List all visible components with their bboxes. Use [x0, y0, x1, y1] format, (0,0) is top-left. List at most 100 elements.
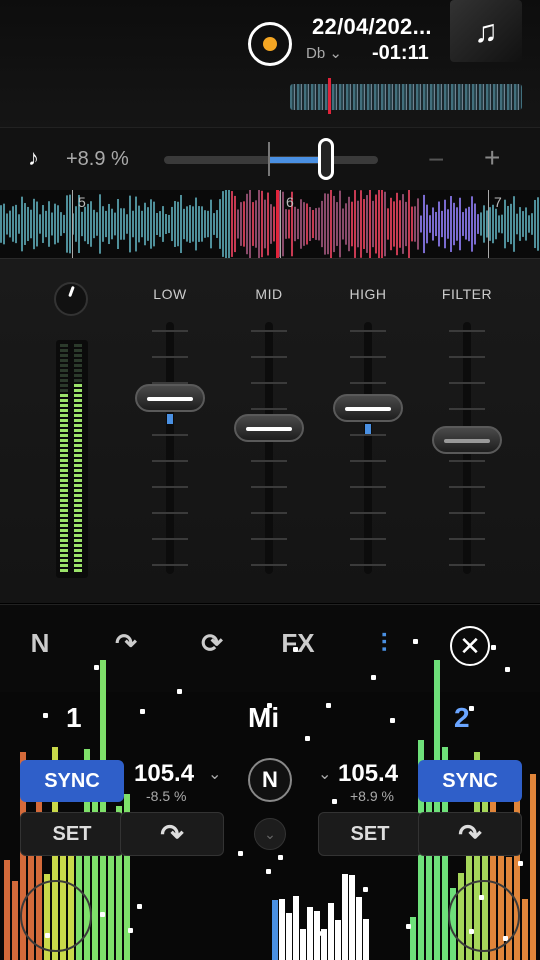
close-button[interactable]: ✕: [450, 626, 490, 666]
waveform-bar: [138, 205, 140, 243]
deck-2-play-button[interactable]: [448, 880, 520, 952]
eq-tick: [350, 538, 386, 540]
waveform-bar: [414, 206, 416, 242]
waveform-bar: [327, 193, 329, 255]
waveform-bar: [420, 215, 422, 233]
waveform-bar: [213, 213, 215, 235]
eq-tick: [449, 382, 485, 384]
visualizer-particle: [412, 638, 418, 644]
overview-waveform[interactable]: [290, 84, 522, 110]
waveform-bar: [435, 211, 437, 237]
waveform-bar: [240, 202, 242, 246]
waveform-bar: [369, 190, 371, 258]
waveform-bar: [456, 207, 458, 241]
eq-fader-low[interactable]: [166, 322, 174, 574]
waveform-bar: [417, 198, 419, 250]
waveform-bar: [108, 203, 110, 245]
waveform-bar: [498, 215, 500, 233]
deck-1-sync-button[interactable]: SYNC: [20, 760, 124, 802]
deck-2-set-button[interactable]: SET: [318, 812, 422, 856]
eq-fader-thumb-mid[interactable]: [234, 413, 304, 442]
waveform-bar: [15, 204, 17, 244]
visualizer-particle: [389, 717, 395, 723]
loop-icon[interactable]: ⟳: [192, 628, 232, 668]
eq-fader-thumb-low[interactable]: [135, 383, 205, 412]
record-button[interactable]: [248, 22, 292, 66]
waveform-bar: [252, 202, 254, 246]
eq-fader-thumb-filter[interactable]: [432, 426, 502, 455]
waveform-bar: [0, 205, 2, 243]
waveform-bar: [12, 206, 14, 242]
waveform-bar: [135, 196, 137, 252]
deck-2-bpm-chevron-icon[interactable]: ⌄: [318, 764, 331, 784]
visualizer-bar: [434, 660, 440, 960]
waveform-bar: [393, 201, 395, 247]
waveform-bar: [183, 208, 185, 240]
track-key[interactable]: Db ⌄: [306, 44, 342, 62]
waveform-bar: [246, 193, 248, 255]
deck-1-bpm[interactable]: 105.4: [134, 760, 194, 788]
master-button[interactable]: N: [248, 758, 292, 802]
eq-tick: [350, 382, 386, 384]
visualizer-bar: [530, 774, 536, 960]
waveform-bar: [234, 195, 236, 253]
deck-1-loop-jump-icon[interactable]: ↷: [120, 812, 224, 856]
waveform-bar: [402, 194, 404, 254]
eq-tick: [251, 486, 287, 488]
waveform-bar: [516, 213, 518, 235]
waveform-bar: [390, 197, 392, 251]
deck-2-sync-button[interactable]: SYNC: [418, 760, 522, 802]
eq-label-filter: FILTER: [441, 286, 493, 302]
waveform-bar: [444, 199, 446, 249]
waveform-bar: [273, 206, 275, 242]
waveform-bar: [270, 204, 272, 244]
waveform-bar: [504, 199, 506, 249]
waveform-bar: [408, 190, 410, 258]
eq-tick: [449, 538, 485, 540]
waveform-bar: [303, 202, 305, 246]
eq-tick: [152, 460, 188, 462]
pitch-value: +8.9 %: [66, 148, 129, 170]
vu-channel-right: [74, 344, 82, 574]
waveform-bar: [102, 206, 104, 242]
waveform-bar: [117, 198, 119, 250]
waveform-bar: [321, 200, 323, 248]
waveform-bar: [285, 209, 287, 239]
eq-tick: [350, 512, 386, 514]
waveform-bar: [339, 190, 341, 258]
eq-settings-icon[interactable]: ⫶: [364, 628, 404, 668]
waveform-bar: [447, 209, 449, 239]
gain-knob[interactable]: [54, 282, 88, 316]
waveform-bar: [18, 214, 20, 234]
deck-2-bpm[interactable]: 105.4: [338, 760, 398, 788]
visualizer-bar: [272, 899, 278, 960]
eq-fader-thumb-high[interactable]: [333, 393, 403, 422]
deck-1-play-button[interactable]: [20, 880, 92, 952]
waveform-bar: [111, 208, 113, 240]
waveform-bar: [192, 206, 194, 242]
waveform-bar: [480, 212, 482, 236]
neural-mix-icon[interactable]: N: [20, 628, 60, 668]
waveform-bar: [249, 190, 251, 258]
waveform-bar: [474, 203, 476, 245]
waveform-bar: [60, 212, 62, 236]
eq-tick: [449, 460, 485, 462]
pitch-slider-thumb[interactable]: [318, 138, 334, 180]
pitch-plus-button[interactable]: +: [484, 142, 500, 174]
waveform-bar: [39, 214, 41, 234]
eq-tick: [251, 356, 287, 358]
main-waveform[interactable]: 5 6 7: [0, 190, 540, 258]
deck-1-bpm-chevron-icon[interactable]: ⌄: [208, 764, 221, 784]
album-artwork[interactable]: ♫: [450, 0, 522, 62]
loop-jump-icon[interactable]: ↷: [106, 628, 146, 668]
eq-fader-mid[interactable]: [265, 322, 273, 574]
beat-marker: [72, 190, 73, 258]
waveform-bar: [531, 213, 533, 235]
eq-fader-high[interactable]: [364, 322, 372, 574]
waveform-bar: [363, 199, 365, 249]
expand-chevron-icon[interactable]: ⌄: [254, 818, 286, 850]
pitch-minus-button[interactable]: −: [428, 144, 444, 176]
waveform-bar: [384, 191, 386, 257]
deck-1-set-button[interactable]: SET: [20, 812, 124, 856]
deck-2-loop-jump-icon[interactable]: ↷: [418, 812, 522, 856]
